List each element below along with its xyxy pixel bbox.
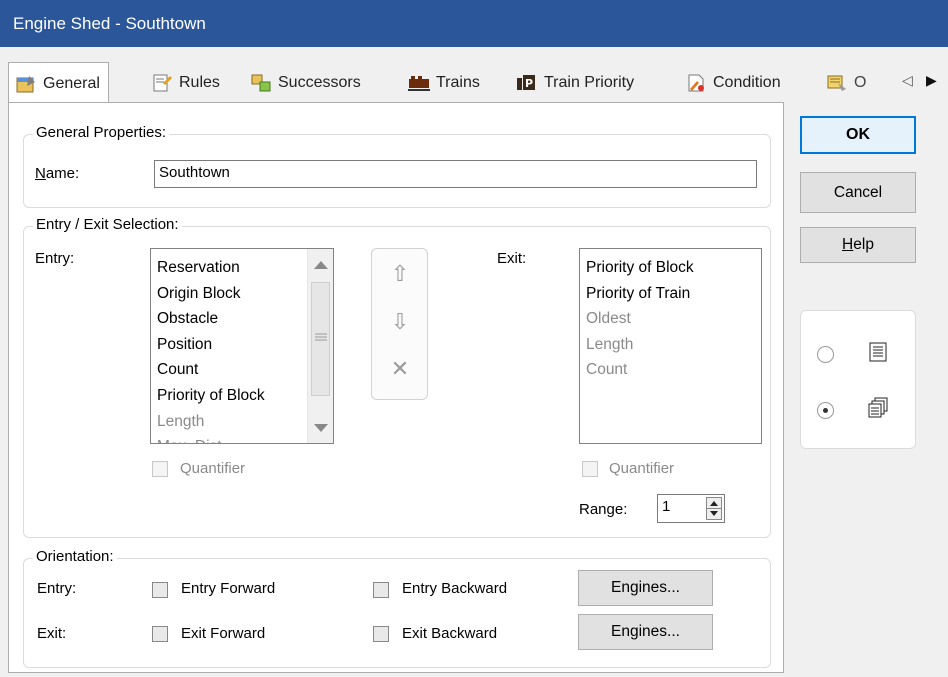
name-input[interactable]: Southtown (154, 160, 757, 188)
list-view-icon (869, 342, 887, 362)
move-buttons-box: ⇧ ⇩ ✕ (371, 248, 428, 400)
list-item[interactable]: Priority of Block (580, 255, 761, 281)
exit-listbox[interactable]: Priority of Block Priority of Train Olde… (579, 248, 762, 444)
list-item[interactable]: Priority of Block (151, 383, 333, 409)
tab-successors[interactable]: Successors (250, 63, 361, 103)
spinner-arrows-icon[interactable] (707, 498, 721, 519)
list-view-radio[interactable] (817, 346, 834, 363)
operations-icon (826, 73, 848, 93)
tab-label: Successors (278, 74, 361, 91)
tab-trains[interactable]: Trains (408, 63, 480, 103)
list-item[interactable]: Obstacle (151, 306, 333, 332)
scroll-thumb[interactable] (311, 282, 330, 396)
entry-list-scrollbar[interactable] (307, 249, 333, 443)
exit-forward-checkbox[interactable] (152, 626, 168, 642)
range-spinner[interactable]: 1 (657, 494, 725, 523)
exit-label: Exit: (497, 250, 527, 267)
window-title: Engine Shed - Southtown (0, 0, 948, 47)
tab-label: O (854, 74, 867, 91)
orientation-entry-label: Entry: (37, 580, 77, 597)
list-item[interactable]: Length (151, 409, 333, 435)
general-properties-icon (15, 74, 37, 94)
tab-general[interactable]: General (8, 62, 109, 104)
tab-label: Rules (179, 74, 220, 91)
range-label: Range: (579, 501, 628, 518)
list-item[interactable]: Count (580, 357, 761, 383)
name-label: Name: (35, 165, 80, 182)
list-item[interactable]: Count (151, 357, 333, 383)
entry-forward-checkbox[interactable] (152, 582, 168, 598)
successors-icon (250, 73, 272, 93)
ok-button[interactable]: OK (800, 116, 916, 154)
scroll-up-icon[interactable] (314, 261, 328, 269)
exit-quantifier-label: Quantifier (609, 460, 675, 477)
group-title: Entry / Exit Selection: (33, 216, 182, 233)
remove-icon[interactable]: ✕ (380, 356, 420, 382)
tab-scroll-left-button[interactable]: ◁ (902, 72, 913, 89)
tab-condition[interactable]: Condition (685, 63, 781, 103)
entry-quantifier-label: Quantifier (180, 460, 246, 477)
exit-forward-label: Exit Forward (181, 625, 266, 642)
tab-scroll-right-button[interactable]: ▶ (926, 72, 937, 89)
tab-label: General (43, 74, 100, 92)
exit-engines-button[interactable]: Engines... (578, 614, 713, 650)
range-value: 1 (662, 498, 671, 515)
tab-train-priority[interactable]: P Train Priority (516, 63, 634, 103)
help-button[interactable]: Help (800, 227, 916, 263)
spinner-buttons[interactable] (706, 497, 722, 520)
entry-listbox[interactable]: Reservation Origin Block Obstacle Positi… (150, 248, 334, 444)
exit-backward-label: Exit Backward (402, 625, 498, 642)
entry-engines-button[interactable]: Engines... (578, 570, 713, 606)
group-title: Orientation: (33, 548, 117, 565)
tab-operations[interactable]: O (826, 63, 866, 103)
exit-quantifier-checkbox[interactable] (582, 461, 598, 477)
tab-label: Train Priority (544, 74, 635, 91)
multi-page-view-radio[interactable] (817, 402, 834, 419)
general-tab-panel: General Properties: Name: Southtown Entr… (8, 102, 784, 673)
move-up-icon[interactable]: ⇧ (380, 261, 420, 287)
cancel-button[interactable]: Cancel (800, 172, 916, 213)
svg-text:P: P (525, 77, 533, 90)
list-item[interactable]: Oldest (580, 306, 761, 332)
list-item[interactable]: Position (151, 332, 333, 358)
list-item[interactable]: Length (580, 332, 761, 358)
multi-page-view-icon (868, 397, 888, 418)
condition-icon (685, 73, 707, 93)
group-title: General Properties: (33, 124, 170, 141)
move-down-icon[interactable]: ⇩ (380, 309, 420, 335)
list-item[interactable]: Priority of Train (580, 281, 761, 307)
entry-quantifier-checkbox[interactable] (152, 461, 168, 477)
list-item[interactable]: Reservation (151, 255, 333, 281)
tab-strip: General Rules Successors Trains P Train … (8, 62, 948, 104)
tab-label: Trains (436, 74, 480, 91)
rules-icon (151, 73, 173, 93)
trains-icon (408, 73, 430, 93)
exit-backward-checkbox[interactable] (373, 626, 389, 642)
entry-label: Entry: (35, 250, 75, 267)
entry-backward-checkbox[interactable] (373, 582, 389, 598)
scroll-down-icon[interactable] (314, 424, 328, 432)
train-priority-icon: P (516, 73, 538, 93)
list-item[interactable]: Max. Dist... (151, 434, 333, 443)
tab-label: Condition (713, 74, 781, 91)
tab-rules[interactable]: Rules (151, 63, 220, 103)
entry-forward-label: Entry Forward (181, 580, 276, 597)
view-mode-panel (800, 310, 916, 449)
orientation-exit-label: Exit: (37, 625, 67, 642)
list-item[interactable]: Origin Block (151, 281, 333, 307)
entry-backward-label: Entry Backward (402, 580, 508, 597)
